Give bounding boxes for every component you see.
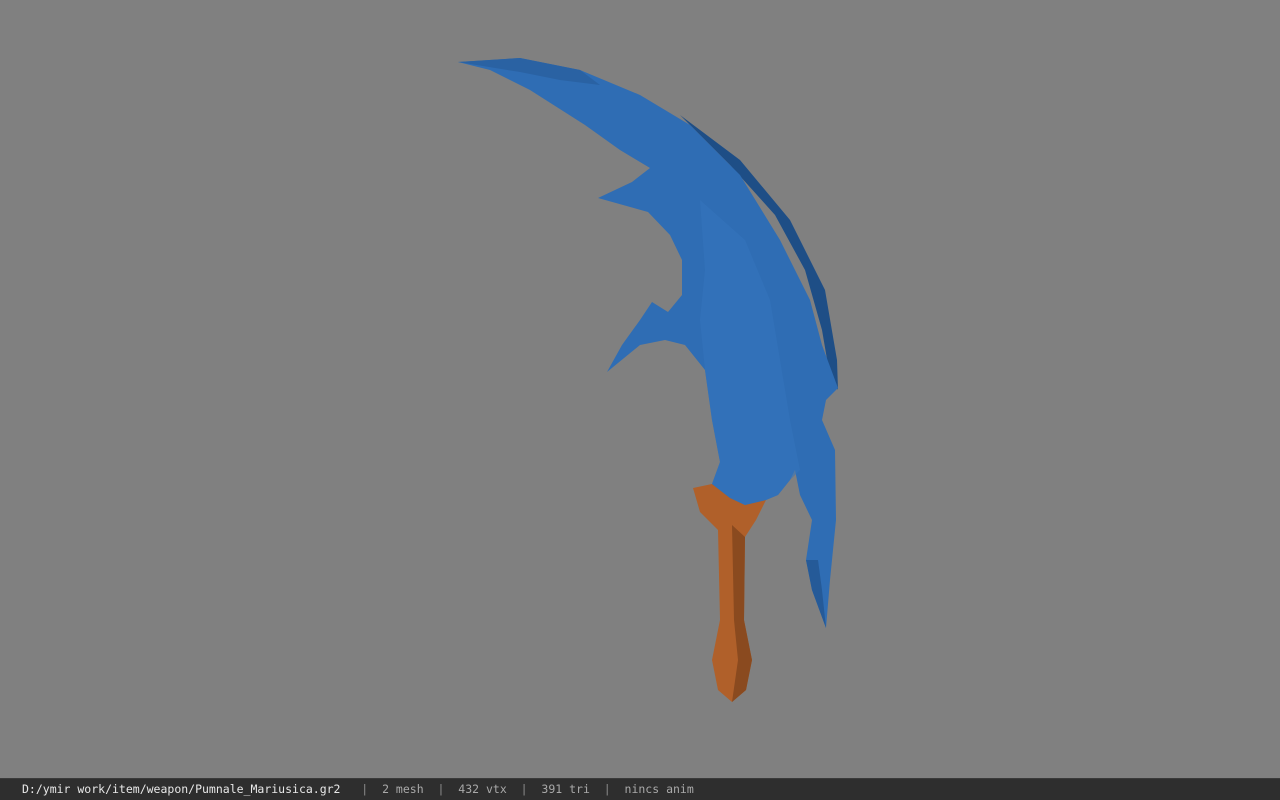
- vertex-count-label: 432 vtx: [458, 782, 507, 796]
- triangle-count-label: 391 tri: [541, 782, 590, 796]
- status-separator: |: [520, 782, 528, 796]
- animation-status-label: nincs anim: [624, 782, 694, 796]
- status-separator: |: [603, 782, 611, 796]
- file-path-label: D:/ymir work/item/weapon/Pumnale_Mariusi…: [22, 782, 341, 796]
- weapon-handle: [693, 484, 766, 702]
- weapon-blade: [458, 58, 838, 628]
- status-separator: |: [361, 782, 369, 796]
- weapon-model-render[interactable]: [0, 0, 1280, 778]
- mesh-count-label: 2 mesh: [382, 782, 424, 796]
- status-separator: |: [437, 782, 445, 796]
- status-bar: D:/ymir work/item/weapon/Pumnale_Mariusi…: [0, 778, 1280, 800]
- 3d-viewport[interactable]: [0, 0, 1280, 778]
